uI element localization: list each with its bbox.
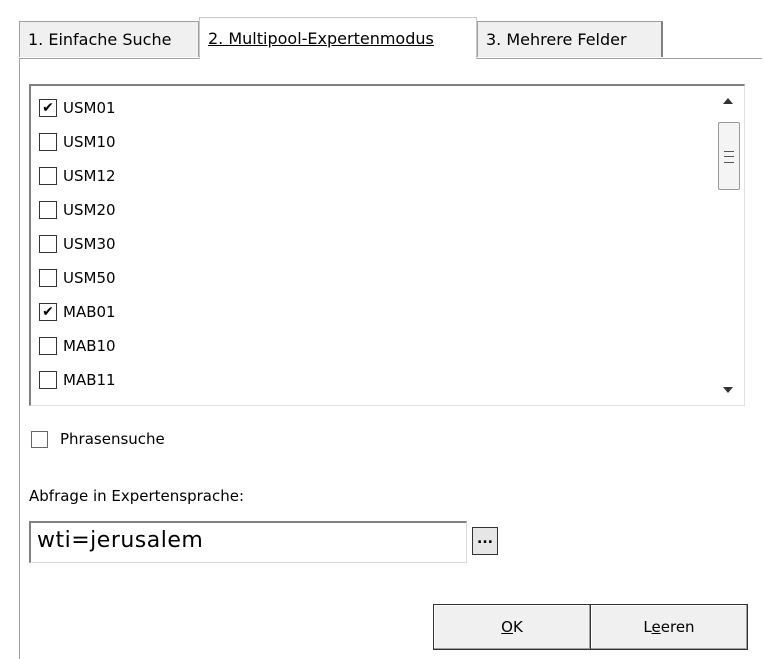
tab-multipool-expertenmodus[interactable]: 2. Multipool-Expertenmodus bbox=[199, 17, 477, 59]
list-item-label: MAB01 bbox=[63, 303, 116, 321]
ok-button[interactable]: OK bbox=[433, 604, 591, 650]
ok-label-rest: K bbox=[512, 618, 523, 636]
tab-mehrere-felder[interactable]: 3. Mehrere Felder bbox=[477, 21, 663, 57]
checkbox[interactable] bbox=[39, 269, 57, 287]
checkbox bbox=[39, 405, 57, 406]
phrase-search-option[interactable]: Phrasensuche bbox=[31, 430, 165, 448]
scroll-up-icon[interactable] bbox=[723, 98, 733, 104]
pool-listbox[interactable]: ✔ USM01 USM10 USM12 USM20 USM30 USM50 ✔ … bbox=[29, 84, 745, 406]
scroll-thumb[interactable] bbox=[718, 122, 740, 190]
list-item[interactable]: USM30 bbox=[39, 229, 116, 259]
list-item[interactable]: ✔ MAB01 bbox=[39, 297, 116, 327]
list-item[interactable]: USM20 bbox=[39, 195, 116, 225]
clear-accel: e bbox=[651, 618, 661, 636]
list-item[interactable]: ✔ USM01 bbox=[39, 93, 116, 123]
list-item[interactable]: USM12 bbox=[39, 161, 116, 191]
checkbox[interactable]: ✔ bbox=[39, 99, 57, 117]
expert-query-input[interactable]: wti=jerusalem bbox=[29, 521, 467, 563]
list-item-label: USM10 bbox=[63, 133, 116, 151]
checkbox[interactable] bbox=[39, 235, 57, 253]
list-item-label: USM20 bbox=[63, 201, 116, 219]
list-item[interactable]: MAB10 bbox=[39, 331, 116, 361]
tab-einfache-suche[interactable]: 1. Einfache Suche bbox=[19, 21, 199, 57]
phrase-checkbox[interactable] bbox=[31, 430, 48, 448]
checkbox[interactable] bbox=[39, 133, 57, 151]
list-item-label: MAB10 bbox=[63, 337, 116, 355]
checkbox[interactable]: ✔ bbox=[39, 303, 57, 321]
search-dialog: 1. Einfache Suche 2. Multipool-Expertenm… bbox=[0, 0, 764, 659]
ok-accel: O bbox=[501, 618, 513, 636]
checkbox[interactable] bbox=[39, 167, 57, 185]
list-item-label: USM12 bbox=[63, 167, 116, 185]
list-item[interactable]: USM10 bbox=[39, 127, 116, 157]
list-item-label: MAB11 bbox=[63, 371, 116, 389]
checkbox[interactable] bbox=[39, 371, 57, 389]
check-icon: ✔ bbox=[42, 100, 54, 116]
grip-icon bbox=[724, 151, 734, 163]
list-item-label: USM50 bbox=[63, 269, 116, 287]
list-item-partial bbox=[39, 399, 63, 406]
phrase-label: Phrasensuche bbox=[60, 430, 165, 448]
checkbox[interactable] bbox=[39, 337, 57, 355]
scroll-down-icon[interactable] bbox=[723, 387, 733, 393]
list-item[interactable]: MAB11 bbox=[39, 365, 116, 395]
list-scrollbar[interactable] bbox=[714, 86, 744, 405]
check-icon: ✔ bbox=[42, 304, 54, 320]
browse-button[interactable]: ... bbox=[472, 527, 498, 555]
list-item-label: USM30 bbox=[63, 235, 116, 253]
clear-label-pre: L bbox=[643, 618, 652, 636]
checkbox[interactable] bbox=[39, 201, 57, 219]
clear-label-rest: eren bbox=[660, 618, 695, 636]
clear-button[interactable]: Leeren bbox=[590, 604, 748, 650]
expert-query-label: Abfrage in Expertensprache: bbox=[29, 487, 245, 505]
list-item[interactable]: USM50 bbox=[39, 263, 116, 293]
list-item-label: USM01 bbox=[63, 99, 116, 117]
